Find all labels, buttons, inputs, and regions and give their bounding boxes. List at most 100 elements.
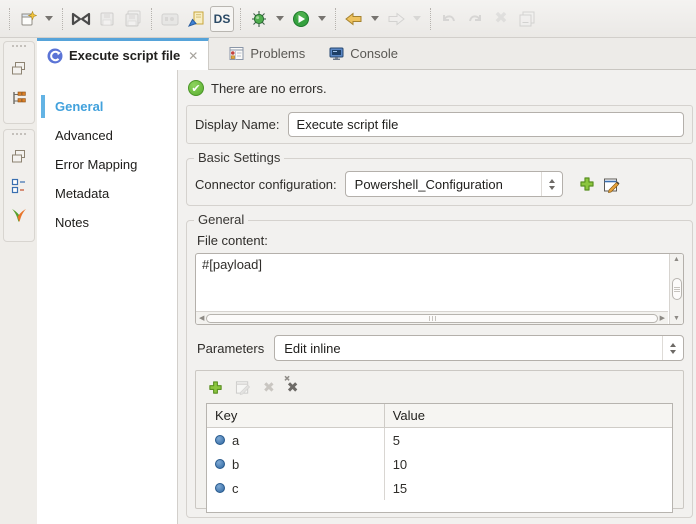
run-button[interactable]: [289, 6, 313, 32]
restore-view-icon[interactable]: [11, 61, 26, 76]
vertical-scroll-thumb[interactable]: [672, 278, 682, 300]
back-button[interactable]: [342, 6, 366, 32]
combo-spinner-icon[interactable]: [662, 336, 683, 360]
tab-console[interactable]: Console: [319, 38, 408, 69]
debug-icon: [250, 10, 268, 28]
back-dropdown[interactable]: [371, 16, 379, 21]
run-dropdown[interactable]: [318, 16, 326, 21]
save-all-icon: [124, 10, 142, 27]
undo-icon: [440, 11, 458, 26]
mule-palette-icon[interactable]: [10, 208, 28, 224]
delete-parameter-button: ✖: [263, 380, 275, 394]
properties-icon: [519, 11, 535, 27]
table-header-row[interactable]: Key Value: [207, 404, 672, 428]
toolbar-separator: [430, 8, 431, 30]
restore-view-icon[interactable]: [11, 149, 26, 164]
horizontal-scrollbar[interactable]: ◀ ▶: [196, 311, 668, 324]
mule-project-button[interactable]: [69, 6, 93, 32]
forward-button: [384, 6, 408, 32]
tab-label: Console: [350, 46, 398, 61]
scroll-right-icon[interactable]: ▶: [660, 315, 665, 322]
application-window: DS ✖: [0, 0, 696, 524]
save-button: [95, 6, 119, 32]
toolbar-separator: [335, 8, 336, 30]
table-row[interactable]: c 15: [207, 476, 672, 500]
connector-icon: [47, 48, 63, 64]
nav-item-advanced[interactable]: Advanced: [37, 121, 177, 150]
delete-button: ✖: [489, 6, 513, 32]
panel-grip[interactable]: [12, 133, 26, 135]
console-icon: [329, 46, 344, 61]
nav-item-notes[interactable]: Notes: [37, 208, 177, 237]
problems-icon: [229, 46, 244, 61]
datasense-icon: DS: [214, 12, 231, 26]
basic-settings-title: Basic Settings: [194, 150, 284, 165]
no-errors-icon: ✔: [188, 80, 204, 96]
table-empty-area[interactable]: [207, 500, 672, 512]
snapshot-icon: [161, 12, 179, 26]
param-value: 10: [384, 452, 672, 476]
back-icon: [345, 12, 363, 26]
redo-button: [463, 6, 487, 32]
vertical-scrollbar[interactable]: ▲ ▼: [669, 254, 683, 324]
column-header-key[interactable]: Key: [207, 404, 384, 427]
outline-view-icon[interactable]: [11, 178, 27, 194]
edit-configuration-button[interactable]: [603, 176, 620, 193]
tab-problems[interactable]: Problems: [219, 38, 315, 69]
parameters-label: Parameters: [197, 341, 264, 356]
param-value: 15: [384, 476, 672, 500]
scroll-down-icon[interactable]: ▼: [673, 315, 680, 322]
table-row[interactable]: a 5: [207, 428, 672, 452]
tab-close-icon[interactable]: ✕: [188, 49, 198, 63]
param-key: c: [232, 481, 239, 496]
parameters-select[interactable]: Edit inline: [274, 335, 684, 361]
undo-button: [437, 6, 461, 32]
new-wizard-button[interactable]: [16, 6, 40, 32]
parameters-table: Key Value a 5 b 10: [206, 403, 673, 513]
connector-configuration-select[interactable]: Powershell_Configuration: [345, 171, 563, 197]
display-name-input[interactable]: [288, 112, 684, 137]
debug-dropdown[interactable]: [276, 16, 284, 21]
table-row[interactable]: b 10: [207, 452, 672, 476]
add-parameter-button[interactable]: [208, 380, 223, 395]
main-toolbar: DS ✖: [0, 0, 696, 38]
scroll-up-icon[interactable]: ▲: [673, 256, 680, 263]
add-configuration-button[interactable]: [579, 176, 595, 192]
run-icon: [292, 10, 310, 28]
new-wizard-dropdown[interactable]: [45, 16, 53, 21]
panel-grip[interactable]: [12, 45, 26, 47]
general-group: General File content: #[payload] ▲ ▼ ◀: [186, 220, 693, 518]
mule-project-icon: [71, 11, 91, 27]
combo-spinner-icon[interactable]: [541, 172, 562, 196]
toolbar-separator: [240, 8, 241, 30]
toolbar-separator: [62, 8, 63, 30]
parameter-bullet-icon: [215, 459, 225, 469]
tab-execute-script-file[interactable]: Execute script file ✕: [37, 38, 209, 70]
column-header-value[interactable]: Value: [384, 404, 672, 427]
forward-icon: [387, 12, 405, 26]
general-group-title: General: [194, 212, 248, 227]
connector-configuration-label: Connector configuration:: [195, 177, 337, 192]
save-all-button: [121, 6, 145, 32]
delete-all-parameters-button[interactable]: ✖: [287, 380, 299, 394]
properties-form: ✔ There are no errors. Display Name: Bas…: [178, 70, 696, 524]
edit-parameter-button: [235, 379, 251, 395]
parameter-bullet-icon: [215, 435, 225, 445]
parameter-bullet-icon: [215, 483, 225, 493]
connector-configuration-value: Powershell_Configuration: [355, 177, 503, 192]
scroll-left-icon[interactable]: ◀: [199, 315, 204, 322]
nav-item-general[interactable]: General: [37, 92, 177, 121]
status-message: There are no errors.: [211, 81, 327, 96]
debug-button[interactable]: [247, 6, 271, 32]
tab-label: Execute script file: [69, 48, 180, 63]
parameters-panel: ✖ ✖ Key Value a 5: [195, 370, 684, 509]
nav-item-error-mapping[interactable]: Error Mapping: [37, 150, 177, 179]
connection-explorer-icon[interactable]: [11, 90, 27, 106]
parameters-toolbar: ✖ ✖: [196, 371, 683, 403]
file-content-textarea[interactable]: #[payload] ▲ ▼ ◀ ▶: [195, 253, 684, 325]
horizontal-scroll-thumb[interactable]: [206, 314, 657, 323]
nav-item-metadata[interactable]: Metadata: [37, 179, 177, 208]
param-key: b: [232, 457, 239, 472]
datasense-button[interactable]: DS: [210, 6, 234, 32]
import-export-button[interactable]: [184, 6, 208, 32]
